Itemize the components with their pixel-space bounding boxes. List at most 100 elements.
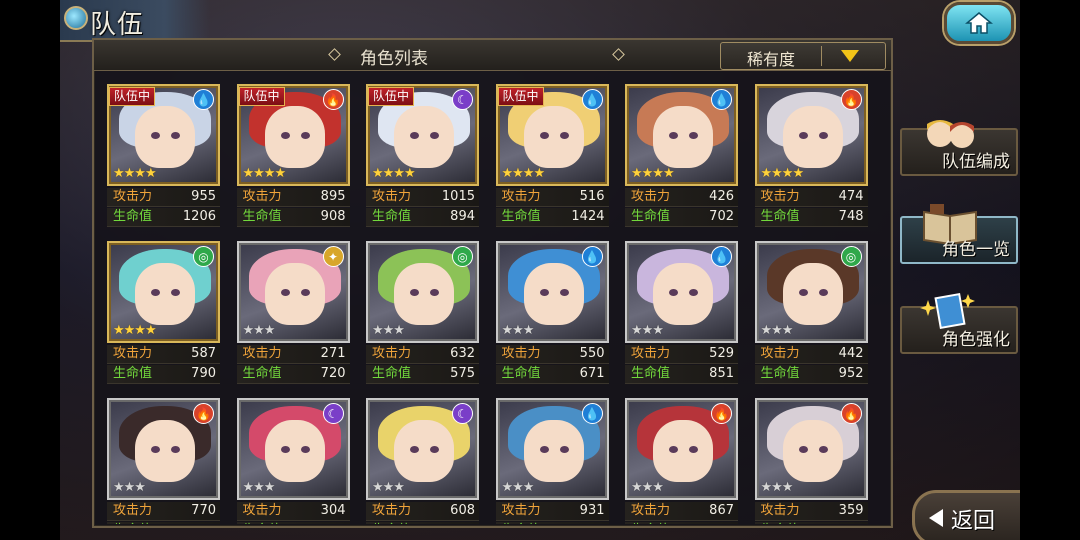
eye-art <box>689 289 698 296</box>
rarity-stars: ★★★ <box>113 480 146 495</box>
character-card[interactable]: ◎ ★★★ 攻击力 442 生命值 952 <box>754 241 868 386</box>
character-overview-button[interactable]: 角色一览 <box>900 204 1018 264</box>
eye-art <box>559 289 569 296</box>
character-portrait[interactable]: ☾ ★★★ <box>236 398 350 500</box>
page-title: 队伍 <box>90 10 145 40</box>
eye-art <box>300 446 310 453</box>
eye-art <box>430 132 439 139</box>
character-card[interactable]: 💧 ★★★★ 攻击力 426 生命值 702 <box>625 84 738 229</box>
character-portrait[interactable]: 💧 ★★★★ <box>625 84 738 186</box>
eye-art <box>300 289 310 296</box>
attack-stat-row: 攻击力 271 <box>236 345 350 364</box>
team-formation-button[interactable]: 队伍编成 <box>900 120 1018 176</box>
moon-icon: ☾ <box>322 403 344 424</box>
face-art <box>782 106 843 168</box>
hp-stat-row: 生命值 952 <box>754 365 868 384</box>
character-portrait[interactable]: 🔥 ★★★ <box>754 398 868 500</box>
stat-value: 748 <box>838 209 864 224</box>
stat-label: 生命值 <box>501 209 541 224</box>
moon-icon: ☾ <box>452 89 473 110</box>
sort-label: 稀有度 <box>746 50 795 69</box>
rarity-stars: ★★★ <box>372 323 405 338</box>
character-card[interactable]: 队伍中 💧 ★★★★ 攻击力 955 生命值 1206 <box>107 84 220 229</box>
swirl-icon: ◎ <box>452 246 473 267</box>
eye-art <box>669 132 678 139</box>
character-portrait[interactable]: 💧 ★★★ <box>495 241 609 343</box>
character-card[interactable]: ✦ ★★★ 攻击力 271 生命值 720 <box>236 241 350 386</box>
side-button-label: 角色一览 <box>942 240 1010 260</box>
character-portrait[interactable]: 🔥 ★★★★ <box>754 84 868 186</box>
character-card[interactable]: 🔥 ★★★★ 攻击力 474 生命值 748 <box>754 84 868 229</box>
stat-label: 生命值 <box>631 366 671 381</box>
home-button[interactable] <box>944 2 1014 44</box>
rarity-stars: ★★★ <box>631 480 664 495</box>
rarity-stars: ★★★ <box>760 480 794 495</box>
moon-icon: ☾ <box>452 403 473 424</box>
rarity-stars: ★★★ <box>501 323 535 338</box>
character-card[interactable]: 💧 ★★★ 攻击力 931 生命值 <box>495 398 609 524</box>
eye-art <box>559 132 569 139</box>
back-label: 返回 <box>951 509 996 534</box>
character-portrait[interactable]: 🔥 ★★★ <box>625 398 738 500</box>
character-portrait[interactable]: 💧 ★★★ <box>625 241 738 343</box>
character-card[interactable]: 🔥 ★★★ 攻击力 770 生命值 <box>107 398 220 524</box>
hp-stat-row: 生命值 720 <box>236 365 350 384</box>
divider <box>821 46 822 66</box>
character-card[interactable]: ◎ ★★★★ 攻击力 587 生命值 790 <box>107 241 220 386</box>
character-card[interactable]: ☾ ★★★ 攻击力 608 生命值 <box>366 398 479 524</box>
character-portrait[interactable]: ✦ ★★★ <box>236 241 350 343</box>
in-team-badge: 队伍中 <box>497 87 544 106</box>
attack-stat-row: 攻击力 304 <box>236 502 350 521</box>
stat-label: 生命值 <box>760 366 800 381</box>
character-card[interactable]: 队伍中 ☾ ★★★★ 攻击力 1015 生命值 894 <box>366 84 479 229</box>
eye-art <box>818 132 828 139</box>
sort-dropdown[interactable]: 稀有度 <box>720 42 886 70</box>
hp-stat-row: 生命值 <box>236 522 350 524</box>
character-portrait[interactable]: 队伍中 ☾ ★★★★ <box>366 84 479 186</box>
stat-value: 1424 <box>571 209 605 224</box>
character-portrait[interactable]: 队伍中 💧 ★★★★ <box>495 84 609 186</box>
hp-stat-row: 生命值 1424 <box>495 208 609 227</box>
character-card[interactable]: 💧 ★★★ 攻击力 529 生命值 851 <box>625 241 738 386</box>
character-enhance-button[interactable]: 角色强化 <box>900 292 1018 354</box>
character-card[interactable]: 队伍中 🔥 ★★★★ 攻击力 895 生命值 908 <box>236 84 350 229</box>
character-card[interactable]: 🔥 ★★★ 攻击力 867 生命值 <box>625 398 738 524</box>
character-portrait[interactable]: ☾ ★★★ <box>366 398 479 500</box>
water-drop-icon: 💧 <box>193 89 214 110</box>
character-portrait[interactable]: 🔥 ★★★ <box>107 398 220 500</box>
stat-label: 生命值 <box>502 522 541 524</box>
stat-label: 攻击力 <box>113 503 153 518</box>
character-portrait[interactable]: ◎ ★★★★ <box>107 241 220 343</box>
stat-value: 516 <box>579 189 605 204</box>
stat-value: 587 <box>191 346 216 361</box>
attack-stat-row: 攻击力 359 <box>754 502 868 521</box>
character-card[interactable]: 🔥 ★★★ 攻击力 359 生命值 <box>754 398 868 524</box>
face-art <box>135 263 195 325</box>
stat-value: 474 <box>838 189 864 204</box>
chevron-down-icon[interactable] <box>841 50 859 62</box>
character-portrait[interactable]: ◎ ★★★ <box>754 241 868 343</box>
stat-value: 770 <box>191 503 216 518</box>
water-drop-icon: 💧 <box>711 246 732 267</box>
side-button-label: 队伍编成 <box>942 152 1010 172</box>
character-card[interactable]: 队伍中 💧 ★★★★ 攻击力 516 生命值 1424 <box>495 84 609 229</box>
eye-art <box>669 446 678 453</box>
in-team-badge: 队伍中 <box>109 87 156 106</box>
face-art <box>782 420 843 482</box>
attack-stat-row: 攻击力 516 <box>495 188 609 207</box>
character-card[interactable]: 💧 ★★★ 攻击力 550 生命值 671 <box>495 241 609 386</box>
face-art <box>523 263 584 325</box>
character-portrait[interactable]: 队伍中 💧 ★★★★ <box>107 84 220 186</box>
character-portrait[interactable]: 💧 ★★★ <box>495 398 609 500</box>
stat-value: 790 <box>191 366 216 381</box>
character-card[interactable]: ☾ ★★★ 攻击力 304 生命值 <box>236 398 350 524</box>
stat-label: 攻击力 <box>372 189 412 204</box>
character-portrait[interactable]: ◎ ★★★ <box>366 241 479 343</box>
stat-value: 1206 <box>182 209 216 224</box>
character-portrait[interactable]: 队伍中 🔥 ★★★★ <box>236 84 350 186</box>
water-drop-icon: 💧 <box>581 89 603 110</box>
rarity-stars: ★★★★ <box>113 323 157 338</box>
character-card[interactable]: ◎ ★★★ 攻击力 632 生命值 575 <box>366 241 479 386</box>
stat-label: 攻击力 <box>760 503 800 518</box>
back-button[interactable]: 返回 <box>912 490 1020 540</box>
